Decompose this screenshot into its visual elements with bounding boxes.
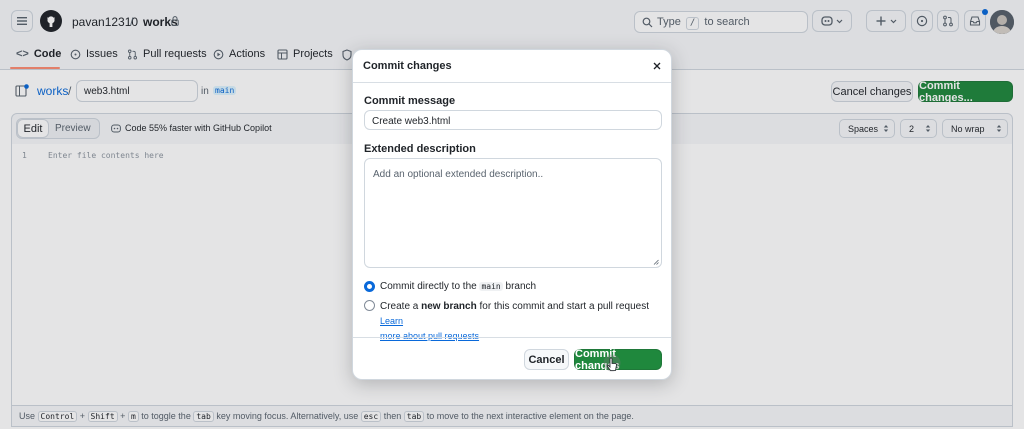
dialog-header: Commit changes (353, 50, 671, 83)
learn-more-link[interactable]: Learn (380, 316, 403, 326)
option1-prefix: Commit directly to the (380, 281, 477, 292)
dialog-title: Commit changes (363, 60, 452, 72)
learn-more-link-continued[interactable]: more about pull requests (380, 331, 479, 341)
option2-prefix: Create a (380, 301, 419, 312)
cancel-button[interactable]: Cancel (524, 349, 569, 370)
create-branch-radio[interactable] (364, 300, 375, 311)
option1-suffix: branch (505, 281, 537, 292)
commit-message-input[interactable]: Create web3.html (364, 110, 662, 130)
commit-changes-dialog: Commit changes Commit message Create web… (352, 49, 672, 380)
cursor-hand-icon (603, 354, 621, 372)
extended-description-label: Extended description (364, 143, 476, 155)
dialog-footer-divider (353, 337, 671, 338)
close-icon[interactable] (652, 61, 662, 71)
option2-bold: new branch (421, 301, 477, 312)
option1-branch: main (479, 282, 503, 291)
extended-description-textarea[interactable]: Add an optional extended description.. (364, 158, 662, 268)
commit-directly-radio[interactable] (364, 281, 375, 292)
description-placeholder: Add an optional extended description.. (373, 169, 544, 180)
commit-directly-label: Commit directly to the main branch (380, 281, 536, 292)
commit-message-label: Commit message (364, 95, 456, 107)
option2-suffix: for this commit and start a pull request (479, 301, 650, 312)
resize-handle-icon[interactable] (653, 259, 659, 265)
